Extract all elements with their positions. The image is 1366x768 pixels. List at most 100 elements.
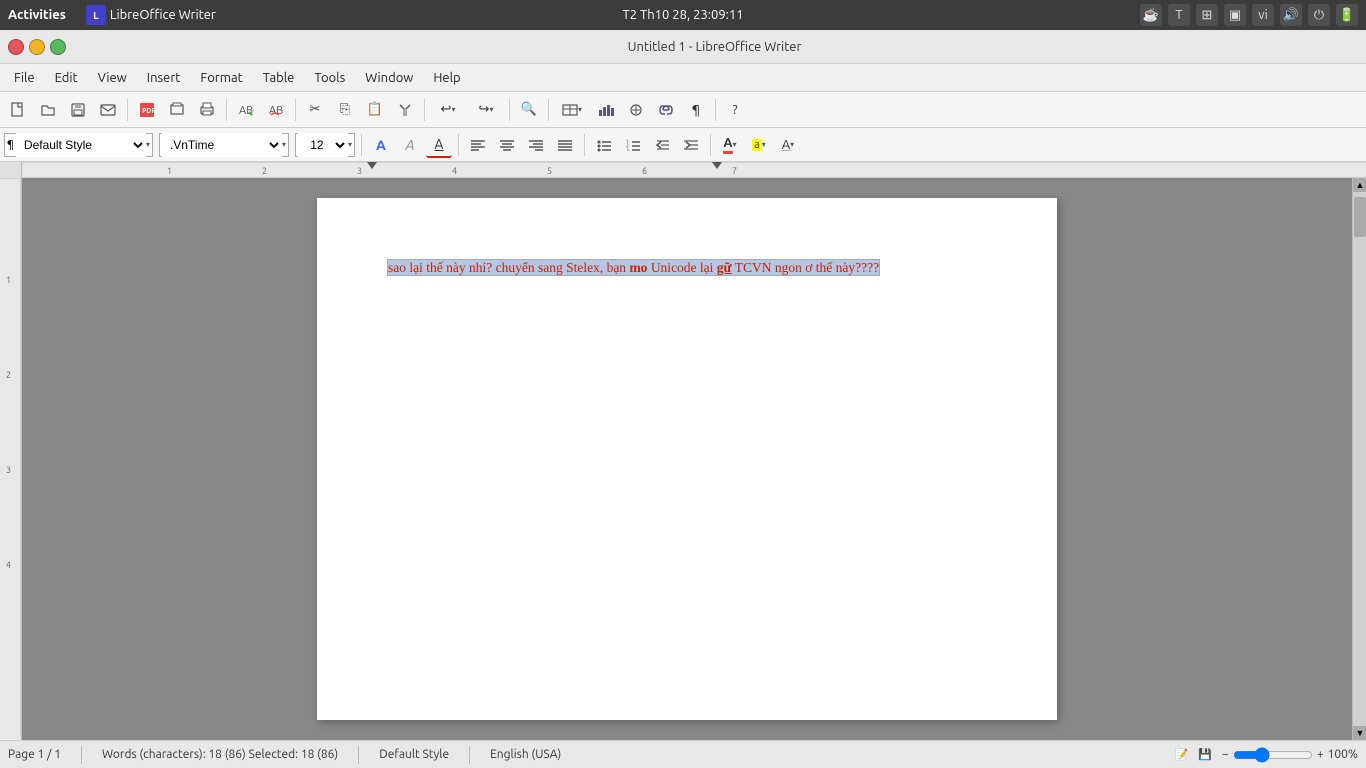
insert-chart-button[interactable] xyxy=(592,96,620,124)
sep5 xyxy=(509,99,510,121)
menu-edit[interactable]: Edit xyxy=(45,67,88,89)
new-button[interactable] xyxy=(4,96,32,124)
character-bg-button[interactable]: A ▾ xyxy=(775,132,801,158)
nonprinting-button[interactable]: ¶ xyxy=(682,96,710,124)
size-box: 12 ▾ xyxy=(295,133,355,157)
font-select[interactable]: .VnTime xyxy=(162,133,282,157)
cut-button[interactable]: ✂ xyxy=(301,96,329,124)
zoom-slider-input[interactable] xyxy=(1233,747,1313,763)
print-preview-button[interactable] xyxy=(163,96,191,124)
document-content[interactable]: sao lại thế này nhỉ? chuyển sang Stelex,… xyxy=(387,258,987,278)
window-minimize-button[interactable] xyxy=(29,39,45,55)
svg-text:1: 1 xyxy=(167,166,172,176)
export-pdf-button[interactable]: PDF xyxy=(133,96,161,124)
window-titlebar: Untitled 1 - LibreOffice Writer xyxy=(0,30,1366,64)
list-ordered-button[interactable]: 1.2.3. xyxy=(620,132,646,158)
justify-button[interactable] xyxy=(552,132,578,158)
window-title: Untitled 1 - LibreOffice Writer xyxy=(71,40,1358,54)
paste-button[interactable]: 📋 xyxy=(361,96,389,124)
language-info: English (USA) xyxy=(490,748,561,761)
scrollbar-thumb[interactable] xyxy=(1354,197,1366,237)
style-info: Default Style xyxy=(379,748,449,761)
underline-button[interactable]: A xyxy=(426,132,452,158)
indent-increase-button[interactable] xyxy=(678,132,704,158)
help-button[interactable]: ? xyxy=(721,96,749,124)
window-maximize-button[interactable] xyxy=(50,39,66,55)
scrollbar-track[interactable] xyxy=(1353,192,1366,726)
svg-text:3.: 3. xyxy=(626,146,630,152)
menu-view[interactable]: View xyxy=(88,67,137,89)
menubar: File Edit View Insert Format Table Tools… xyxy=(0,64,1366,92)
menu-file[interactable]: File xyxy=(4,67,45,89)
indent-decrease-button[interactable] xyxy=(649,132,675,158)
redo-button[interactable]: ↪▾ xyxy=(468,96,504,124)
style-dropdown-arrow: ▾ xyxy=(146,140,150,149)
menu-help[interactable]: Help xyxy=(423,67,470,89)
document-area[interactable]: sao lại thế này nhỉ? chuyển sang Stelex,… xyxy=(22,178,1352,740)
svg-text:4: 4 xyxy=(452,166,457,176)
menu-table[interactable]: Table xyxy=(253,67,305,89)
menu-format[interactable]: Format xyxy=(190,67,252,89)
lang-icon: vi xyxy=(1252,4,1274,26)
highlight-button[interactable]: a ▾ xyxy=(746,132,772,158)
screen-icon: ▣ xyxy=(1224,4,1246,26)
formatting-toolbar: ¶ Default Style ▾ .VnTime ▾ 12 ▾ A A A 1… xyxy=(0,128,1366,162)
vertical-scrollbar[interactable]: ▲ ▼ xyxy=(1352,178,1366,740)
menu-tools[interactable]: Tools xyxy=(304,67,355,89)
coffee-icon: ☕ xyxy=(1140,4,1162,26)
zoom-out-button[interactable]: − xyxy=(1222,748,1229,761)
system-titlebar: Activities L LibreOffice Writer T2 Th10 … xyxy=(0,0,1366,30)
taskbar-app[interactable]: L LibreOffice Writer xyxy=(86,5,216,25)
activities-button[interactable]: Activities xyxy=(8,8,66,22)
spellcheck-button[interactable]: ABC xyxy=(232,96,260,124)
indent-marker-right[interactable] xyxy=(712,162,722,169)
undo-button[interactable]: ↩▾ xyxy=(430,96,466,124)
svg-text:1: 1 xyxy=(6,275,11,285)
horizontal-ruler: 1 2 3 4 5 6 7 xyxy=(22,162,1366,177)
autospellcheck-button[interactable]: ABC xyxy=(262,96,290,124)
vertical-ruler: 1 2 3 4 xyxy=(0,178,22,740)
menu-insert[interactable]: Insert xyxy=(137,67,191,89)
align-right-button[interactable] xyxy=(523,132,549,158)
bold-button[interactable]: A xyxy=(368,132,394,158)
save-button[interactable] xyxy=(64,96,92,124)
power-icon: ⏻ xyxy=(1308,4,1330,26)
scrollbar-down-button[interactable]: ▼ xyxy=(1353,726,1366,740)
copy-button[interactable]: ⎘ xyxy=(331,96,359,124)
display-icon: ⊞ xyxy=(1196,4,1218,26)
datetime-display: T2 Th10 28, 23:09:11 xyxy=(622,8,743,22)
list-unordered-button[interactable] xyxy=(591,132,617,158)
svg-text:5: 5 xyxy=(547,166,552,176)
style-select[interactable]: Default Style xyxy=(16,133,146,157)
svg-text:2: 2 xyxy=(262,166,267,176)
insert-object-button[interactable] xyxy=(622,96,650,124)
print-button[interactable] xyxy=(193,96,221,124)
svg-text:3: 3 xyxy=(6,465,11,475)
italic-button[interactable]: A xyxy=(397,132,423,158)
t-icon: T xyxy=(1168,4,1190,26)
menu-window[interactable]: Window xyxy=(355,67,423,89)
page-info: Page 1 / 1 xyxy=(8,748,61,761)
standard-toolbar: PDF ABC ABC ✂ ⎘ 📋 ↩▾ ↪▾ 🔍 ▾ ¶ ? xyxy=(0,92,1366,128)
main-area: 1 2 3 4 sao lại thế này nhỉ? chuyển sang… xyxy=(0,178,1366,740)
open-button[interactable] xyxy=(34,96,62,124)
save-state-icon: 💾 xyxy=(1198,748,1212,761)
hyperlink-button[interactable] xyxy=(652,96,680,124)
email-button[interactable] xyxy=(94,96,122,124)
scrollbar-up-button[interactable]: ▲ xyxy=(1353,178,1366,192)
zoom-controls[interactable]: − + 100% xyxy=(1222,747,1358,763)
find-button[interactable]: 🔍 xyxy=(515,96,543,124)
size-select[interactable]: 12 xyxy=(298,133,348,157)
status-sep1 xyxy=(81,746,82,764)
indent-marker-left[interactable] xyxy=(367,162,377,169)
volume-icon: 🔊 xyxy=(1280,4,1302,26)
align-center-button[interactable] xyxy=(494,132,520,158)
font-color-button[interactable]: A ▾ xyxy=(717,132,743,158)
window-close-button[interactable] xyxy=(8,39,24,55)
align-left-button[interactable] xyxy=(465,132,491,158)
insert-table-button[interactable]: ▾ xyxy=(554,96,590,124)
status-sep2 xyxy=(358,746,359,764)
zoom-in-button[interactable]: + xyxy=(1317,748,1324,761)
svg-text:PDF: PDF xyxy=(142,107,155,115)
clone-button[interactable] xyxy=(391,96,419,124)
